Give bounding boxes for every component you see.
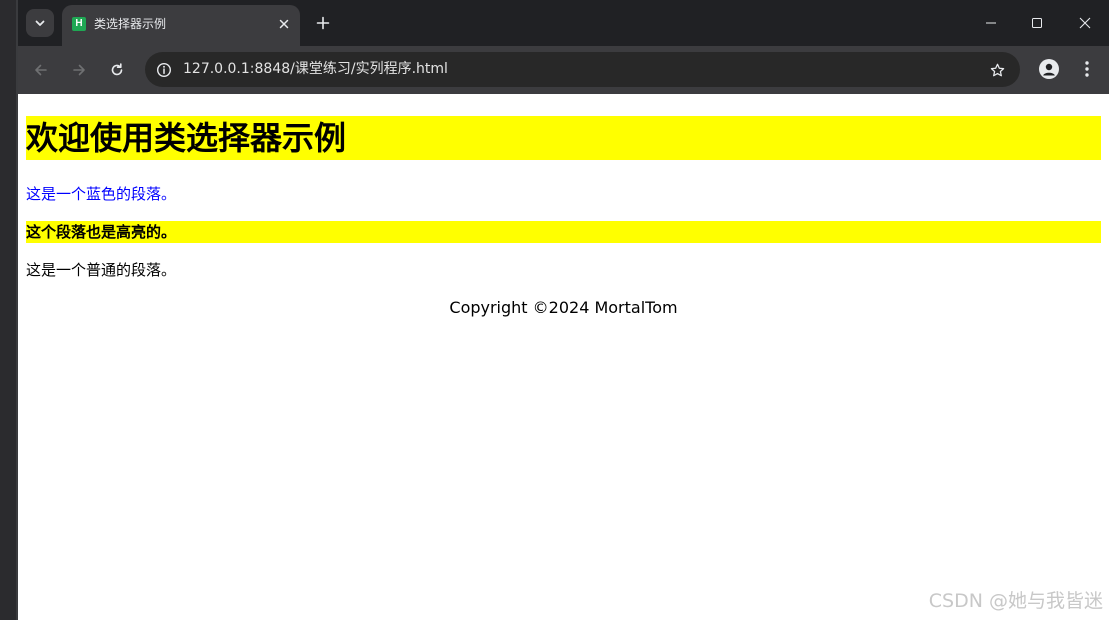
- copyright-footer: Copyright ©2024 MortalTom: [449, 298, 678, 317]
- minimize-button[interactable]: [975, 8, 1007, 38]
- maximize-icon: [1032, 18, 1042, 28]
- normal-paragraph: 这是一个普通的段落。: [26, 261, 177, 279]
- forward-button[interactable]: [64, 55, 94, 85]
- arrow-right-icon: [73, 64, 85, 76]
- csdn-watermark: CSDN @她与我皆迷: [928, 590, 1103, 612]
- tab-close-button[interactable]: [274, 14, 294, 34]
- tab-active[interactable]: H 类选择器示例: [62, 5, 300, 46]
- tab-title: 类选择器示例: [94, 17, 167, 31]
- profile-button[interactable]: [1036, 56, 1062, 82]
- toolbar: 127.0.0.1:8848/课堂练习/实列程序.html: [18, 46, 1109, 94]
- plus-icon: [316, 16, 330, 30]
- kebab-menu-icon: [1085, 61, 1089, 77]
- chevron-down-icon: [35, 20, 45, 26]
- close-icon: [279, 19, 289, 29]
- browser-window: H 类选择器示例 127.0.0.1:8848/课堂练习/实列程序.html 欢…: [18, 0, 1109, 620]
- highlighted-paragraph: 这个段落也是高亮的。: [26, 221, 1101, 243]
- star-icon: [990, 63, 1004, 76]
- maximize-button[interactable]: [1021, 8, 1053, 38]
- page-heading: 欢迎使用类选择器示例: [26, 116, 1101, 160]
- page-viewport: 欢迎使用类选择器示例 这是一个蓝色的段落。 这个段落也是高亮的。 这是一个普通的…: [18, 94, 1109, 620]
- new-tab-button[interactable]: [310, 10, 336, 36]
- url-text[interactable]: 127.0.0.1:8848/课堂练习/实列程序.html: [183, 60, 448, 78]
- tab-list-button[interactable]: [26, 9, 54, 37]
- close-window-button[interactable]: [1069, 8, 1101, 38]
- hbuilder-favicon-icon: H: [72, 17, 86, 31]
- info-icon: [156, 62, 172, 78]
- menu-button[interactable]: [1074, 56, 1100, 82]
- blue-paragraph: 这是一个蓝色的段落。: [26, 185, 177, 203]
- site-info-button[interactable]: [151, 57, 177, 83]
- person-icon: [1039, 59, 1059, 79]
- arrow-left-icon: [35, 64, 47, 76]
- minimize-icon: [986, 22, 996, 24]
- back-button[interactable]: [26, 55, 56, 85]
- reload-button[interactable]: [102, 55, 132, 85]
- desktop-edge: [0, 0, 18, 620]
- reload-icon: [111, 63, 123, 76]
- bookmark-button[interactable]: [984, 57, 1010, 83]
- close-icon: [1079, 17, 1091, 29]
- tab-bar: H 类选择器示例: [18, 0, 1109, 46]
- address-bar[interactable]: 127.0.0.1:8848/课堂练习/实列程序.html: [145, 52, 1020, 87]
